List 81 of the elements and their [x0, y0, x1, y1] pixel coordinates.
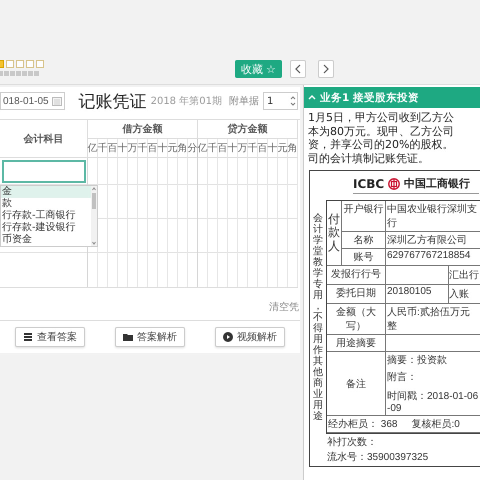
- subject-input[interactable]: [2, 160, 86, 183]
- unit-header: 元: [168, 139, 178, 158]
- attachment-label: 附单据: [229, 94, 259, 108]
- unit-header: 百: [108, 139, 118, 158]
- chevron-right-icon: [322, 63, 330, 75]
- unit-header: 万: [238, 139, 248, 158]
- clear-voucher-link[interactable]: 清空凭: [269, 300, 299, 314]
- bank-logo-text: ICBC: [353, 176, 384, 190]
- note-line: 附言：: [387, 370, 418, 384]
- dropdown-option[interactable]: 行存款-工商银行: [1, 210, 91, 222]
- slip-label: 用途摘要: [327, 335, 386, 352]
- unit-header: 角: [178, 139, 188, 158]
- task-text-line: 本为80万元。现甲、乙方公司: [308, 124, 454, 138]
- previous-button[interactable]: [290, 60, 306, 78]
- dropdown-option[interactable]: 币资金: [1, 234, 91, 246]
- slip-label: 委托日期: [327, 285, 386, 304]
- unit-header: 十: [158, 139, 168, 158]
- slip-footer-text: 补打次数：: [327, 436, 378, 449]
- slip-label: 备注: [327, 352, 386, 416]
- chevron-left-icon: [294, 63, 302, 75]
- slip-value: 中国农业银行深圳支行: [386, 201, 480, 232]
- unit-header: 分: [188, 139, 198, 158]
- column-header: 贷方金额: [198, 120, 298, 139]
- voucher-period: 2018 年第01期: [150, 94, 222, 108]
- column-header: 会计科目: [0, 120, 88, 158]
- dropdown-option[interactable]: 行存款-建设银行: [1, 222, 91, 234]
- unit-header: 百: [258, 139, 268, 158]
- spinner-arrows-icon: [289, 95, 297, 107]
- dropdown-option[interactable]: 款: [1, 198, 91, 210]
- answer-button[interactable]: 查看答案: [15, 327, 85, 347]
- unit-header: 元: [278, 139, 288, 158]
- bank-logo-icon: [388, 178, 400, 190]
- payer-label: 付款人: [327, 201, 342, 266]
- clerk-text: 复核柜员:0: [411, 418, 460, 431]
- bank-name: 中国工商银行: [404, 176, 470, 191]
- next-button[interactable]: [318, 60, 334, 78]
- date-field[interactable]: 018-01-05: [0, 92, 65, 110]
- analysis-button[interactable]: 答案解析: [115, 327, 185, 347]
- slip-label: 入账: [449, 285, 480, 304]
- slip-label: 发报行行号: [327, 266, 386, 285]
- attachment-count-field[interactable]: 1: [263, 92, 298, 110]
- unit-header: 千: [208, 139, 218, 158]
- calendar-icon: [52, 96, 62, 106]
- slip-footer-text: 流水号：35900397325: [327, 451, 430, 464]
- unit-header: 千: [248, 139, 258, 158]
- side-note: 会计学堂教学专用，不得用作其他商业用途: [313, 212, 324, 422]
- slip-value: 629767767218854: [386, 249, 480, 266]
- unit-header: 亿: [198, 139, 208, 158]
- note-line: 时间戳：2018-01-06-09: [387, 390, 479, 414]
- unit-header: 亿: [88, 139, 98, 158]
- slip-label: 金额（大写）: [327, 304, 386, 335]
- column-header: 借方金额: [88, 120, 198, 139]
- slip-value: 深圳乙方有限公司: [386, 232, 480, 249]
- unit-header: 十: [228, 139, 238, 158]
- unit-header: 十: [118, 139, 128, 158]
- slip-label: 开户银行: [342, 201, 386, 232]
- unit-header: 百: [218, 139, 228, 158]
- voucher-title: 记账凭证: [78, 90, 147, 112]
- unit-header: 千: [138, 139, 148, 158]
- unit-header: 角: [288, 139, 298, 158]
- video-button[interactable]: 视频解析: [215, 327, 285, 347]
- level-dots-icon: [0, 71, 39, 76]
- slip-label: 账号: [342, 249, 386, 266]
- slip-label: 汇出行: [449, 266, 480, 285]
- unit-header: 百: [148, 139, 158, 158]
- list-icon: [23, 332, 33, 342]
- task-text-line: 司的会计填制记账凭证。: [308, 152, 429, 165]
- blank-cell: [386, 266, 449, 285]
- unit-header: 万: [128, 139, 138, 158]
- task-text-line: 1月5日，甲方公司收到乙方公: [308, 111, 454, 124]
- unit-header: 千: [98, 139, 108, 158]
- dropdown-option[interactable]: 金: [1, 186, 91, 198]
- slip-label: 名称: [342, 232, 386, 249]
- note-line: 摘要：投资款: [387, 354, 448, 367]
- clerk-text: 经办柜员： 368: [328, 418, 398, 431]
- slip-value: 人民币:贰拾伍万元整: [386, 304, 480, 335]
- slip-value: 20180105: [386, 285, 449, 304]
- folder-icon: [123, 332, 133, 342]
- task-text-line: 资，并享公司的20%的股权。: [308, 138, 454, 152]
- unit-header: 十: [268, 139, 278, 158]
- play-icon: [223, 332, 233, 342]
